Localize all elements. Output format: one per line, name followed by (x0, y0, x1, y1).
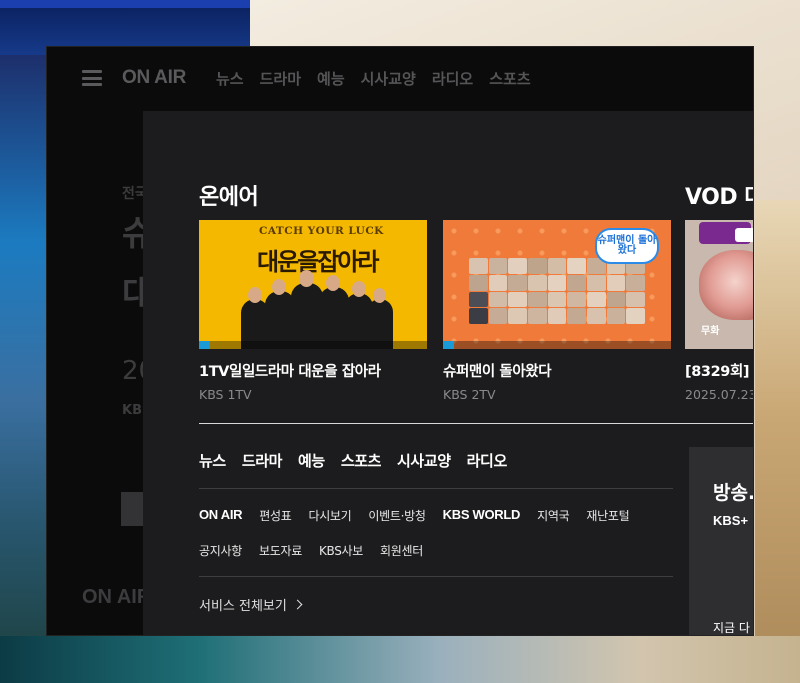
service-links: 공지사항 보도자료 KBS사보 회원센터 (199, 542, 440, 559)
link-events[interactable]: 이벤트·방청 (368, 507, 426, 524)
thumbnail-caption: 무화 (701, 326, 720, 337)
category-news[interactable]: 뉴스 (199, 450, 226, 471)
background-onair-logo: ON AIR (82, 586, 152, 608)
link-notices[interactable]: 공지사항 (199, 542, 242, 559)
wallpaper-left-area (0, 55, 50, 683)
browser-window: ON AIR 뉴스 드라마 예능 시사교양 라디오 스포츠 전국 슈 대 20 … (46, 46, 754, 636)
nav-item-drama[interactable]: 드라마 (260, 68, 301, 89)
program-title[interactable]: 1TV일일드라마 대운을 잡아라 (199, 360, 427, 381)
link-replay[interactable]: 다시보기 (308, 507, 351, 524)
vod-title[interactable]: [8329회] 6 (685, 360, 754, 381)
chevron-right-icon (292, 599, 303, 610)
onair-card[interactable]: 슈퍼맨이 돌아왔다 슈퍼맨이 돌아왔다 KBS 2TV (443, 220, 671, 402)
program-title[interactable]: 슈퍼맨이 돌아왔다 (443, 360, 671, 381)
all-services-label: 서비스 전체보기 (199, 599, 287, 614)
nav-item-radio[interactable]: 라디오 (432, 68, 473, 89)
onair-card[interactable]: CATCH YOUR LUCK 대운을잡아라 1TV일일드라마 대운을 잡아라 … (199, 220, 427, 402)
vod-date: 2025.07.23 (685, 387, 754, 402)
link-divider (199, 488, 673, 489)
nav-item-news[interactable]: 뉴스 (216, 68, 244, 89)
link-press[interactable]: 보도자료 (259, 542, 302, 559)
episode-badge (735, 228, 754, 242)
nav-item-sports[interactable]: 스포츠 (489, 68, 530, 89)
vod-card[interactable]: 무화 [8329회] 6 2025.07.23 (685, 220, 754, 402)
promo-subtitle: KBS+ (713, 513, 749, 528)
top-navigation: ON AIR 뉴스 드라마 예능 시사교양 라디오 스포츠 (46, 46, 754, 110)
onair-logo[interactable]: ON AIR (122, 67, 186, 89)
channel-name: KBS 1TV (199, 387, 252, 402)
vod-thumbnail[interactable]: 무화 (685, 220, 754, 349)
onair-section-title: 온에어 (199, 185, 259, 210)
link-divider (199, 576, 673, 577)
nav-item-current-affairs[interactable]: 시사교양 (361, 68, 416, 89)
vod-section-title: VOD 다 (685, 185, 754, 210)
progress-bar (199, 341, 427, 349)
thumbnail-english-title: CATCH YOUR LUCK (259, 225, 384, 237)
show-logo: 슈퍼맨이 돌아왔다 (595, 228, 659, 264)
progress-bar (443, 341, 671, 349)
category-links: 뉴스 드라마 예능 스포츠 시사교양 라디오 (199, 450, 523, 471)
category-drama[interactable]: 드라마 (242, 450, 283, 471)
cast-image (241, 270, 393, 349)
wallpaper-right-area (755, 200, 800, 636)
link-onair[interactable]: ON AIR (199, 507, 243, 524)
program-thumbnail[interactable]: 슈퍼맨이 돌아왔다 (443, 220, 671, 349)
wallpaper-stripe (0, 0, 250, 8)
wallpaper-bottom-area (0, 636, 800, 683)
category-entertainment[interactable]: 예능 (298, 450, 325, 471)
food-image (699, 250, 754, 320)
nav-item-entertainment[interactable]: 예능 (317, 68, 345, 89)
promo-box[interactable]: 방송. KBS+ 지금 다 (689, 447, 754, 636)
link-disaster-portal[interactable]: 재난포털 (586, 507, 629, 524)
progress-bar-fill (199, 341, 211, 349)
category-sports[interactable]: 스포츠 (341, 450, 382, 471)
progress-bar-fill (443, 341, 455, 349)
link-member-center[interactable]: 회원센터 (380, 542, 423, 559)
section-divider (199, 423, 754, 424)
link-regional[interactable]: 지역국 (537, 507, 570, 524)
link-kbs-newsletter[interactable]: KBS사보 (319, 542, 363, 559)
link-kbs-world[interactable]: KBS WORLD (443, 507, 521, 524)
link-schedule[interactable]: 편성표 (259, 507, 292, 524)
children-photo-grid (469, 258, 645, 324)
promo-title: 방송. (713, 482, 754, 504)
hamburger-menu-icon[interactable] (82, 70, 102, 86)
category-radio[interactable]: 라디오 (467, 450, 508, 471)
promo-now-text: 지금 다 (713, 621, 750, 635)
program-thumbnail[interactable]: CATCH YOUR LUCK 대운을잡아라 (199, 220, 427, 349)
service-links: ON AIR 편성표 다시보기 이벤트·방청 KBS WORLD 지역국 재난포… (199, 507, 646, 524)
category-current-affairs[interactable]: 시사교양 (397, 450, 451, 471)
menu-panel: 온에어 VOD 다 CATCH YOUR LUCK 대운을잡아라 (143, 111, 754, 636)
all-services-link[interactable]: 서비스 전체보기 (199, 595, 303, 614)
channel-name: KBS 2TV (443, 387, 496, 402)
